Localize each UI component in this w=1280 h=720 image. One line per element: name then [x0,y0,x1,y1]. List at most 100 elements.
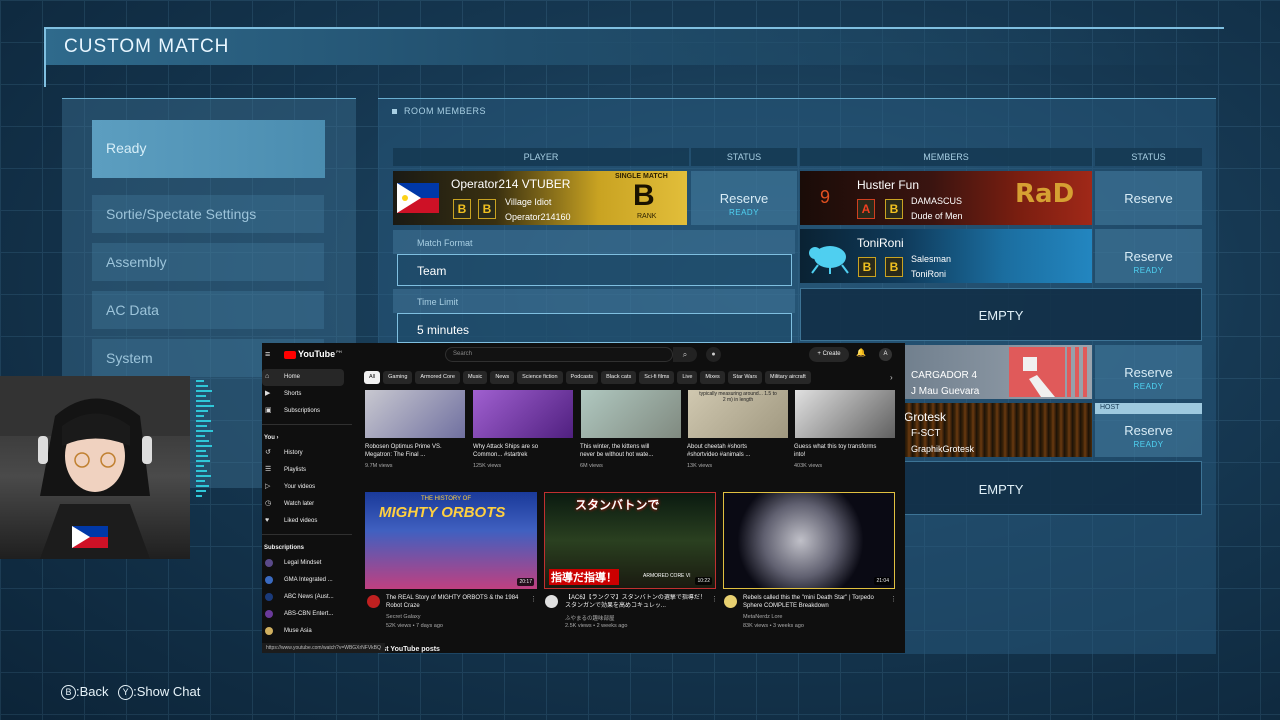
chip[interactable]: Star Wars [727,371,763,384]
short-title[interactable]: About cheetah #shorts #shortvideo #anima… [687,443,773,459]
menu-item-assembly[interactable]: Assembly [92,243,324,281]
thumbnail-bottom-text: 指導だ指導！ [549,569,619,585]
menu-item-ready[interactable]: Ready [92,120,325,178]
youtube-play-icon [284,350,296,359]
search-icon[interactable]: ⌕ [673,347,697,362]
sidebar-label: Playlists [284,467,307,473]
youtube-search-input[interactable]: Search [445,347,673,362]
channel-name[interactable]: MetaNerdz Lore [743,614,782,620]
chip[interactable]: Podcasts [565,371,599,384]
short-thumbnail[interactable] [795,390,895,438]
title-bar: CUSTOM MATCH [44,27,1224,65]
back-label: :Back [76,684,109,699]
player-name: CARGADOR 4 [911,370,978,381]
short-thumbnail[interactable] [581,390,681,438]
channel-avatar[interactable] [367,595,380,608]
subscription-channel[interactable]: ABC News (Aust... [262,589,352,606]
video-title[interactable]: Rebels called this the "mini Death Star"… [743,594,883,610]
back-control[interactable]: B:Back [61,684,109,700]
sidebar-item-watch-later[interactable]: ◷ Watch later [262,496,352,513]
sidebar-item-shorts[interactable]: ▶ Shorts [262,386,352,403]
sidebar-item-liked-videos[interactable]: ♥ Liked videos [262,513,352,530]
chip[interactable]: Military aircraft [765,371,811,384]
hamburger-menu-icon[interactable]: ≡ [265,349,270,359]
chip[interactable]: Armored Core [415,371,460,384]
video-title[interactable]: 【AC6】【ランクマ】スタンバトンの選撃で指導だ！スタンガンで効果を高めコキュレ… [565,594,707,610]
notifications-bell-icon[interactable]: 🔔 [856,348,866,357]
show-chat-label: :Show Chat [133,684,201,699]
video-meta: 2.5K views • 2 weeks ago [565,623,628,629]
subscription-channel[interactable]: GMA Integrated ... [262,572,352,589]
more-options-icon[interactable]: ⋮ [530,595,537,603]
sidebar-item-home[interactable]: ⌂ Home [262,369,344,386]
microphone-icon[interactable]: ● [706,347,721,362]
short-title[interactable]: Guess what this toy transforms into! [794,443,880,459]
match-format-field[interactable]: Team [397,254,792,286]
beetle-emblem-icon [809,246,849,274]
chip[interactable]: Gaming [383,371,413,384]
show-chat-control[interactable]: Y:Show Chat [118,684,201,700]
status-column-header-right: STATUS [1095,148,1202,166]
short-thumbnail[interactable] [365,390,465,438]
sidebar-item-your-videos[interactable]: ▷ Your videos [262,479,352,496]
chip[interactable]: News [490,371,515,384]
video-thumbnail[interactable]: 21:04 [723,492,895,589]
more-options-icon[interactable]: ⋮ [890,595,897,603]
sidebar-item-playlists[interactable]: ☰ Playlists [262,462,352,479]
channel-avatar[interactable] [545,595,558,608]
create-button[interactable]: + Create [809,347,849,362]
chip[interactable]: All [364,371,381,384]
subscription-channel[interactable]: ABS-CBN Entert... [262,606,352,623]
time-limit-field[interactable]: 5 minutes [397,313,792,343]
player-card-toniron[interactable]: ToniRoni B B Salesman ToniRoni [800,229,1092,283]
menu-item-ac-data[interactable]: AC Data [92,291,324,329]
sidebar-item-subscriptions[interactable]: ▣ Subscriptions [262,403,352,420]
chip[interactable]: Sci-fi films [639,371,675,384]
sidebar-label: ABC News (Aust... [284,594,334,600]
sidebar-label: Watch later [284,501,315,507]
short-views: 9.7M views [365,463,393,469]
chip[interactable]: Science fiction [517,371,563,384]
short-title[interactable]: This winter, the kittens will never be w… [580,443,666,459]
channel-name[interactable]: Secret Galaxy [386,614,421,620]
chip[interactable]: Black cats [601,371,637,384]
short-thumbnail[interactable]: typically measuring around... 1.5 to 2 m… [688,390,788,438]
you-heading[interactable]: You › [262,429,352,445]
chip[interactable]: Mixes [700,371,725,384]
chevron-right-icon[interactable]: › [890,373,893,382]
short-title[interactable]: Robosen Optimus Prime VS. Megatron: The … [365,443,451,459]
account-avatar[interactable]: A [879,348,892,361]
create-label: Create [822,351,841,357]
player-card-operator214[interactable]: Operator214 VTUBER B B Village Idiot Ope… [393,171,687,225]
channel-avatar[interactable] [724,595,737,608]
region-code: PH [336,349,342,354]
menu-item-sortie-settings[interactable]: Sortie/Spectate Settings [92,195,324,233]
rank-badge: B [885,257,903,277]
video-title[interactable]: The REAL Story of MIGHTY ORBOTS & the 19… [386,594,521,610]
sidebar-label: ABS-CBN Entert... [284,611,334,617]
status-box-member-4: Reserve READY [1095,345,1202,399]
youtube-sidebar: ⌂ Home ▶ Shorts ▣ Subscriptions You › ↺ Hist… [262,369,352,653]
player-title: Salesman [911,254,952,264]
sidebar-item-history[interactable]: ↺ History [262,445,352,462]
youtube-logo-text: YouTube [298,349,336,359]
player-card-hustler-fun[interactable]: 9 Hustler Fun A B DAMASCUS Dude of Men R… [800,171,1092,225]
empty-slot[interactable]: EMPTY [800,288,1202,341]
sidebar-label: GMA Integrated ... [284,577,333,583]
youtube-logo[interactable]: YouTubePH [284,349,342,359]
rank-badge: B [453,199,471,219]
video-thumbnail[interactable]: THE HISTORY OF MIGHTY ORBOTS 20:17 [365,492,537,589]
more-options-icon[interactable]: ⋮ [711,595,718,603]
status-text: Reserve [719,191,769,206]
channel-name[interactable]: ふやまるの趣味部屋 [565,614,615,622]
player-id: Dude of Men [911,211,963,221]
chip[interactable]: Live [677,371,698,384]
video-thumbnail[interactable]: スタンバトンで 指導だ指導！ ARMORED CORE VI 10:22 [544,492,716,589]
subscription-channel[interactable]: Muse Asia [262,623,352,640]
short-thumbnail[interactable] [473,390,573,438]
subscription-channel[interactable]: Legal Mindset [262,555,352,572]
chip[interactable]: Music [462,371,488,384]
sidebar-label: Liked videos [284,518,318,524]
short-title[interactable]: Why Attack Ships are so Common... #start… [473,443,559,459]
you-heading-label: You [264,435,275,441]
